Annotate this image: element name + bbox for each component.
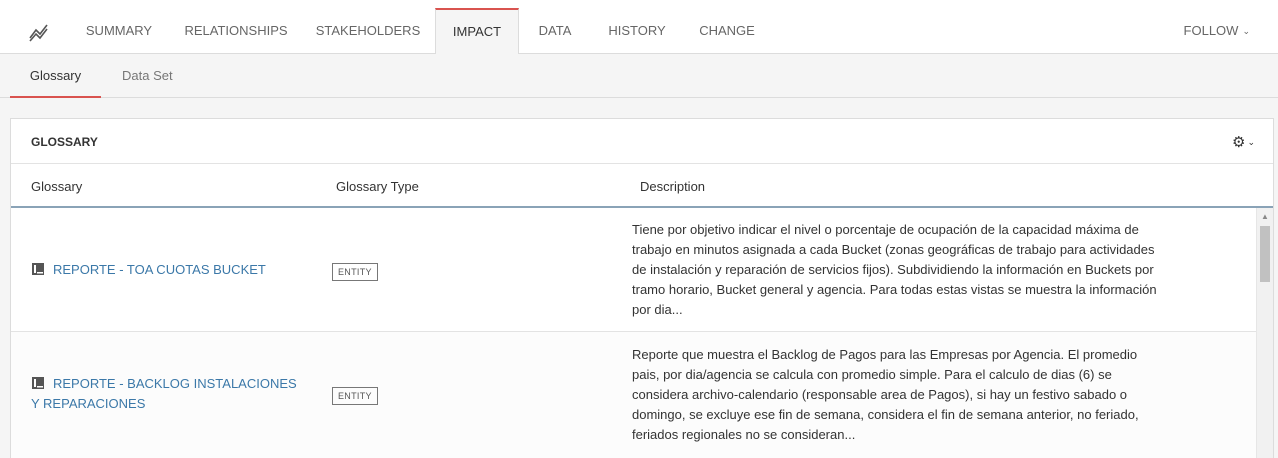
tab-change[interactable]: CHANGE [690,8,764,54]
chevron-down-icon: ⌄ [1242,26,1250,36]
description-line: por dia... [632,302,683,317]
glossary-type-badge: ENTITY [332,387,378,405]
trend-icon[interactable] [28,22,50,42]
follow-label: FOLLOW [1183,23,1239,38]
tab-impact[interactable]: IMPACT [435,8,519,55]
glossary-type-badge: ENTITY [332,263,378,281]
glossary-link[interactable]: REPORTE - TOA CUOTAS BUCKET [31,260,266,280]
column-header-glossary[interactable]: Glossary [31,179,82,194]
panel-header: GLOSSARY ⚙ ⌄ [11,119,1273,164]
description-line: de instalación y reparación de servicios… [632,262,1154,277]
table-row: REPORTE - BACKLOG INSTALACIONES Y REPARA… [11,332,1257,458]
tab-history[interactable]: HISTORY [597,8,677,54]
description-line: feriados regionales no se consideran... [632,427,856,442]
chevron-down-icon: ⌄ [1247,137,1255,147]
glossary-description: Tiene por objetivo indicar el nivel o po… [632,220,1172,320]
tab-stakeholders[interactable]: STAKEHOLDERS [309,8,427,54]
book-icon [32,263,44,275]
settings-menu[interactable]: ⚙ ⌄ [1232,133,1255,151]
vertical-scrollbar[interactable]: ▲ [1256,208,1273,458]
book-icon [32,377,44,389]
column-header-glossary-type[interactable]: Glossary Type [336,179,419,194]
subtab-glossary[interactable]: Glossary [10,54,101,98]
description-line: Reporte que muestra el Backlog de Pagos … [632,347,1138,362]
glossary-name: REPORTE - TOA CUOTAS BUCKET [53,262,266,277]
description-line: Tiene por objetivo indicar el nivel o po… [632,222,1139,237]
table-header: Glossary Glossary Type Description [11,164,1273,208]
gear-icon: ⚙ [1232,134,1246,151]
sub-nav: Glossary Data Set [0,54,1278,98]
follow-dropdown[interactable]: FOLLOW ⌄ [1184,8,1250,54]
glossary-name-line: REPORTE - BACKLOG INSTALACIONES [53,376,297,391]
glossary-panel: GLOSSARY ⚙ ⌄ Glossary Glossary Type Descr… [10,118,1274,458]
top-nav: SUMMARY RELATIONSHIPS STAKEHOLDERS IMPAC… [0,0,1278,55]
description-line: considera archivo-calendario (responsabl… [632,387,1128,402]
glossary-name-line: Y REPARACIONES [31,396,146,411]
glossary-description: Reporte que muestra el Backlog de Pagos … [632,345,1172,445]
table-body: REPORTE - TOA CUOTAS BUCKET ENTITY Tiene… [11,208,1273,458]
description-line: domingo, se excluye ese fin de semana, c… [632,407,1139,422]
subtab-data-set[interactable]: Data Set [122,54,173,98]
description-line: trabajo en minutos asignada a cada Bucke… [632,242,1155,257]
description-line: pais, por dia/agencia se calcula con pro… [632,367,1112,382]
tab-relationships[interactable]: RELATIONSHIPS [176,8,296,54]
tab-summary[interactable]: SUMMARY [75,8,163,54]
description-line: tramo horario, Bucket general y agencia.… [632,282,1157,297]
tab-data[interactable]: DATA [527,8,583,54]
table-row: REPORTE - TOA CUOTAS BUCKET ENTITY Tiene… [11,208,1257,332]
glossary-link[interactable]: REPORTE - BACKLOG INSTALACIONES Y REPARA… [31,374,297,414]
scroll-up-icon[interactable]: ▲ [1261,212,1269,221]
column-header-description[interactable]: Description [640,179,705,194]
panel-title: GLOSSARY [31,135,98,149]
scrollbar-thumb[interactable] [1260,226,1270,282]
